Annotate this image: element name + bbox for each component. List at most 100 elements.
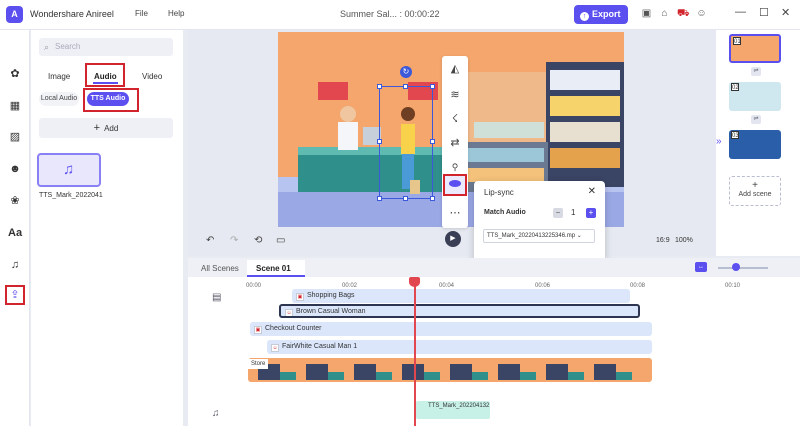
timeline-layer[interactable]: ☺ FairWhite Casual Man 1: [267, 340, 652, 354]
search-input[interactable]: ⌕ Search: [39, 38, 173, 56]
export-label: Export: [592, 9, 621, 19]
scene-number: 01: [733, 37, 741, 45]
audio-clip-label: TTS_Mark_202204132: [428, 403, 490, 409]
tts-icon[interactable]: ⇪: [5, 285, 25, 305]
tab-video[interactable]: Video: [142, 72, 162, 81]
person-icon[interactable]: ☻: [8, 162, 22, 176]
music-icon[interactable]: ♫: [8, 258, 22, 272]
replace-icon[interactable]: ⇄: [448, 136, 462, 150]
store-filmstrip: [258, 364, 632, 380]
fit-icon[interactable]: ↔: [695, 262, 707, 272]
app-name: Wondershare Anireel: [30, 9, 114, 19]
undo-icon[interactable]: ↶: [206, 235, 214, 246]
zoom-select[interactable]: 100%: [675, 237, 693, 244]
audio-clip-tile[interactable]: ♫: [37, 153, 101, 187]
cart-icon[interactable]: ⛟: [677, 8, 690, 19]
popup-title: Lip-sync: [484, 188, 514, 197]
tts-audio-clip[interactable]: TTS_Mark_202204132: [416, 401, 490, 419]
resize-handle[interactable]: [377, 139, 382, 144]
export-button[interactable]: ↑ Export: [574, 5, 628, 24]
tab-all-scenes[interactable]: All Scenes: [201, 264, 239, 273]
account-icon[interactable]: ☺: [696, 8, 707, 19]
audio-select[interactable]: TTS_Mark_20220413225346.mp ⌄: [483, 229, 595, 243]
selection-box[interactable]: [377, 84, 435, 201]
close-button[interactable]: ✕: [781, 6, 790, 19]
lip-sync-button[interactable]: [443, 174, 467, 196]
image-icon[interactable]: ▦: [8, 99, 22, 113]
timeline-layer[interactable]: ▣ Shopping Bags: [292, 289, 630, 303]
scene-number: 02: [731, 83, 739, 91]
document-title: Summer Sal... : 00:00:22: [340, 9, 440, 19]
layer-label: FairWhite Casual Man 1: [282, 343, 358, 350]
tab-image[interactable]: Image: [48, 72, 70, 81]
object-toolbar: ◭ ≋ ☇ ⇄ ⚲ ⋯: [442, 56, 468, 228]
redo-icon[interactable]: ↷: [230, 235, 238, 246]
play-button[interactable]: ▶: [445, 231, 461, 247]
layers-icon[interactable]: ≋: [448, 88, 462, 102]
scene-thumbnail[interactable]: 03: [729, 130, 781, 159]
resize-handle[interactable]: [403, 84, 408, 89]
add-audio-button[interactable]: + Add: [39, 118, 173, 138]
save-icon[interactable]: ▣: [641, 8, 652, 19]
home-icon[interactable]: ⌂: [659, 8, 670, 19]
scene-thumbnail[interactable]: 01: [729, 34, 781, 63]
text-icon[interactable]: Aa: [8, 226, 22, 240]
minimize-button[interactable]: —: [735, 6, 746, 18]
search-placeholder: Search: [55, 42, 81, 51]
left-toolbar: ✿ ▦ ▨ ☻ ❀ Aa ♫ ⇪: [0, 30, 30, 426]
maximize-button[interactable]: ☐: [759, 6, 769, 19]
match-audio-label: Match Audio: [484, 209, 526, 216]
chip-local-audio[interactable]: Local Audio: [39, 92, 79, 106]
layer-icon: ☺: [285, 309, 293, 316]
resize-handle[interactable]: [430, 196, 435, 201]
increment-button[interactable]: +: [586, 208, 596, 218]
timeline-zoom-slider[interactable]: [718, 267, 768, 269]
decrement-button[interactable]: −: [553, 208, 563, 218]
flower-icon[interactable]: ❀: [8, 194, 22, 208]
resize-handle[interactable]: [430, 84, 435, 89]
close-icon[interactable]: ✕: [588, 186, 596, 197]
lips-icon: [449, 180, 461, 187]
audio-clip-name: TTS_Mark_2022041: [39, 192, 103, 199]
menu-help[interactable]: Help: [168, 9, 184, 18]
collapse-icon[interactable]: »: [716, 136, 722, 147]
playhead[interactable]: [414, 278, 416, 426]
tab-scene-01[interactable]: Scene 01: [256, 264, 291, 273]
replay-icon[interactable]: ⟲: [254, 235, 262, 246]
resize-handle[interactable]: [377, 196, 382, 201]
resize-handle[interactable]: [430, 139, 435, 144]
ruler-label: 00:08: [630, 283, 646, 289]
store-layer-label: Store: [248, 359, 269, 369]
layer-label: Brown Casual Woman: [296, 308, 366, 315]
zoom-slider-handle[interactable]: [732, 263, 740, 271]
resize-handle[interactable]: [377, 84, 382, 89]
timeline-layer[interactable]: ▣ Checkout Counter: [250, 322, 652, 336]
aspect-ratio-select[interactable]: 16:9: [656, 237, 670, 244]
path-icon[interactable]: ⚲: [448, 160, 462, 174]
camera-icon[interactable]: ▭: [276, 235, 285, 246]
store-background-layer[interactable]: [248, 358, 652, 382]
scene-thumbnail[interactable]: 02: [729, 82, 781, 111]
add-scene-button[interactable]: + Add scene: [729, 176, 781, 206]
action-icon[interactable]: ☇: [448, 112, 462, 126]
scene-list: » 01 ⇌ 02 ⇌ 03 + Add scene: [716, 30, 800, 256]
texture-icon[interactable]: ▨: [8, 130, 22, 144]
layer-icon: ▣: [296, 293, 304, 301]
resize-handle[interactable]: [403, 196, 408, 201]
layer-icon: ☺: [271, 344, 279, 352]
transition-icon[interactable]: ⇌: [751, 115, 761, 124]
timeline-layer-selected[interactable]: ☺ Brown Casual Woman: [279, 304, 640, 318]
playhead-handle[interactable]: [409, 277, 420, 287]
chip-tts-audio[interactable]: TTS Audio: [87, 92, 129, 106]
flip-icon[interactable]: ◭: [448, 62, 462, 76]
more-icon[interactable]: ⋯: [448, 206, 462, 220]
transition-icon[interactable]: ⇌: [751, 67, 761, 76]
tab-underline: [93, 82, 118, 84]
add-label: Add: [104, 124, 119, 133]
tab-audio[interactable]: Audio: [94, 72, 117, 81]
palette-icon[interactable]: ✿: [8, 67, 22, 81]
menu-file[interactable]: File: [135, 9, 148, 18]
scene-number: 03: [731, 131, 739, 139]
ruler-label: 00:10: [725, 283, 741, 289]
rotate-handle[interactable]: ↻: [400, 66, 412, 78]
